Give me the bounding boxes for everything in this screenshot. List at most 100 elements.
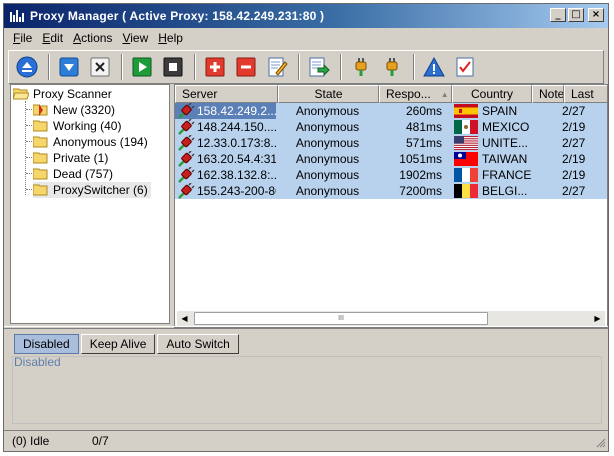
group-label: Disabled bbox=[14, 355, 61, 369]
mode-button-bar: Disabled Keep Alive Auto Switch bbox=[14, 334, 239, 354]
table-row[interactable]: 162.38.132.8:... Anonymous 1902ms FRANCE 2/1… bbox=[175, 167, 607, 183]
folder-icon bbox=[33, 136, 48, 148]
edit-icon bbox=[268, 57, 288, 77]
status-state: (0) Idle bbox=[12, 433, 50, 448]
add-button[interactable] bbox=[203, 55, 227, 79]
cell-country: MEXICO bbox=[452, 119, 532, 135]
checklist-icon bbox=[456, 57, 474, 77]
play-icon bbox=[132, 57, 152, 77]
scroll-right-icon[interactable]: ▶ bbox=[590, 311, 605, 326]
scroll-left-icon[interactable]: ◀ bbox=[177, 311, 192, 326]
app-icon bbox=[10, 10, 24, 22]
cell-last: 2/19 bbox=[562, 152, 586, 166]
disabled-mode-button[interactable]: Disabled bbox=[14, 334, 79, 354]
warning-button[interactable] bbox=[422, 55, 446, 79]
minimize-button[interactable]: _ bbox=[550, 8, 566, 22]
checklist-button[interactable] bbox=[453, 55, 477, 79]
resize-grip-icon[interactable] bbox=[594, 436, 606, 448]
cell-server: 163.20.54.4:312 bbox=[175, 151, 276, 167]
cell-note bbox=[532, 183, 562, 199]
mode-group-box bbox=[12, 356, 602, 424]
table-row[interactable]: 155.243-200-80 Anonymous 7200ms BELGI... 2/2… bbox=[175, 183, 607, 199]
menu-edit[interactable]: Edit bbox=[37, 31, 68, 45]
folder-open-icon bbox=[13, 88, 29, 100]
download-icon bbox=[59, 57, 79, 77]
cell-response: 260ms bbox=[405, 104, 442, 118]
menu-view[interactable]: View bbox=[117, 31, 153, 45]
cell-response: 571ms bbox=[405, 136, 442, 150]
close-window-button[interactable]: × bbox=[588, 8, 604, 22]
menu-actions[interactable]: Actions bbox=[68, 31, 117, 45]
cell-server: 148.244.150.... bbox=[175, 119, 276, 135]
start-button[interactable] bbox=[130, 55, 154, 79]
connect-button[interactable] bbox=[349, 55, 373, 79]
tree-item-working[interactable]: Working (40) bbox=[33, 118, 121, 134]
cell-note bbox=[532, 103, 562, 119]
disconnect-button[interactable] bbox=[380, 55, 404, 79]
table-row[interactable]: 163.20.54.4:312 Anonymous 1051ms TAIWAN 2/19 bbox=[175, 151, 607, 167]
folder-icon bbox=[33, 184, 48, 196]
cell-note bbox=[532, 167, 562, 183]
tree-item-private[interactable]: Private (1) bbox=[33, 150, 108, 166]
table-row[interactable]: 158.42.249.2... Anonymous 260ms SPAIN 2/27 bbox=[175, 103, 607, 119]
edit-button[interactable] bbox=[265, 55, 289, 79]
auto-switch-button[interactable]: Auto Switch bbox=[157, 334, 239, 354]
cell-response: 7200ms bbox=[399, 184, 442, 198]
cell-last: 2/19 bbox=[562, 120, 586, 134]
eject-button[interactable] bbox=[15, 55, 39, 79]
cell-country: UNITE... bbox=[452, 135, 532, 151]
maximize-button[interactable]: □ bbox=[568, 8, 584, 22]
tree-item-anonymous[interactable]: Anonymous (194) bbox=[33, 134, 148, 150]
panel-splitter[interactable] bbox=[4, 326, 608, 329]
flag-belgium-icon bbox=[454, 184, 478, 198]
export-icon bbox=[309, 57, 330, 77]
cell-state: Anonymous bbox=[295, 104, 360, 118]
title-bar[interactable]: Proxy Manager ( Active Proxy: 158.42.249… bbox=[4, 4, 608, 28]
scroll-thumb[interactable]: III bbox=[194, 312, 488, 325]
column-country[interactable]: Country bbox=[452, 85, 532, 103]
tree-item-dead[interactable]: Dead (757) bbox=[33, 166, 113, 182]
tree-root-proxy-scanner[interactable]: Proxy Scanner bbox=[13, 86, 112, 102]
cell-note bbox=[532, 119, 562, 135]
list-header: Server State Respo... ▲ Country Note Las… bbox=[175, 85, 607, 103]
window-title: Proxy Manager ( Active Proxy: 158.42.249… bbox=[30, 9, 325, 23]
stop-button[interactable] bbox=[161, 55, 185, 79]
cell-state: Anonymous bbox=[295, 168, 360, 182]
download-button[interactable] bbox=[57, 55, 81, 79]
cell-last: 2/27 bbox=[562, 184, 586, 198]
keep-alive-button[interactable]: Keep Alive bbox=[80, 334, 156, 354]
menu-bar: File Edit Actions View Help bbox=[4, 28, 608, 48]
export-button[interactable] bbox=[307, 55, 331, 79]
plug-connect-icon bbox=[355, 58, 367, 76]
table-row[interactable]: 12.33.0.173:8... Anonymous 571ms UNITE... 2/… bbox=[175, 135, 607, 151]
flag-taiwan-icon bbox=[454, 152, 478, 166]
horizontal-scrollbar[interactable]: ◀ III ▶ bbox=[177, 311, 605, 326]
cell-country: FRANCE bbox=[452, 167, 532, 183]
cell-response: 1902ms bbox=[399, 168, 442, 182]
cell-response: 1051ms bbox=[399, 152, 442, 166]
plug-icon bbox=[177, 135, 195, 151]
column-response[interactable]: Respo... ▲ bbox=[379, 85, 452, 103]
cell-country: TAIWAN bbox=[452, 151, 532, 167]
cell-server: 155.243-200-80 bbox=[175, 183, 276, 199]
column-note[interactable]: Note bbox=[532, 85, 564, 103]
cell-last: 2/27 bbox=[562, 136, 586, 150]
status-count: 0/7 bbox=[92, 433, 109, 448]
column-state[interactable]: State bbox=[278, 85, 379, 103]
add-icon bbox=[205, 57, 225, 77]
plug-icon bbox=[177, 183, 195, 199]
remove-button[interactable] bbox=[234, 55, 258, 79]
close-icon bbox=[90, 57, 110, 77]
folder-icon bbox=[33, 152, 48, 164]
sort-ascending-icon: ▲ bbox=[440, 89, 449, 99]
delete-button[interactable] bbox=[88, 55, 112, 79]
column-last[interactable]: Last bbox=[564, 85, 607, 103]
column-server[interactable]: Server bbox=[175, 85, 278, 103]
table-row[interactable]: 148.244.150.... Anonymous 481ms MEXICO 2/19 bbox=[175, 119, 607, 135]
tree-item-proxyswitcher[interactable]: ProxySwitcher (6) bbox=[33, 182, 151, 198]
tree-item-new[interactable]: New (3320) bbox=[33, 102, 115, 118]
menu-help[interactable]: Help bbox=[153, 31, 188, 45]
proxy-tree: Proxy Scanner New (3320) Working (40) An… bbox=[10, 84, 170, 324]
menu-file[interactable]: File bbox=[8, 31, 37, 45]
cell-server: 12.33.0.173:8... bbox=[175, 135, 276, 151]
